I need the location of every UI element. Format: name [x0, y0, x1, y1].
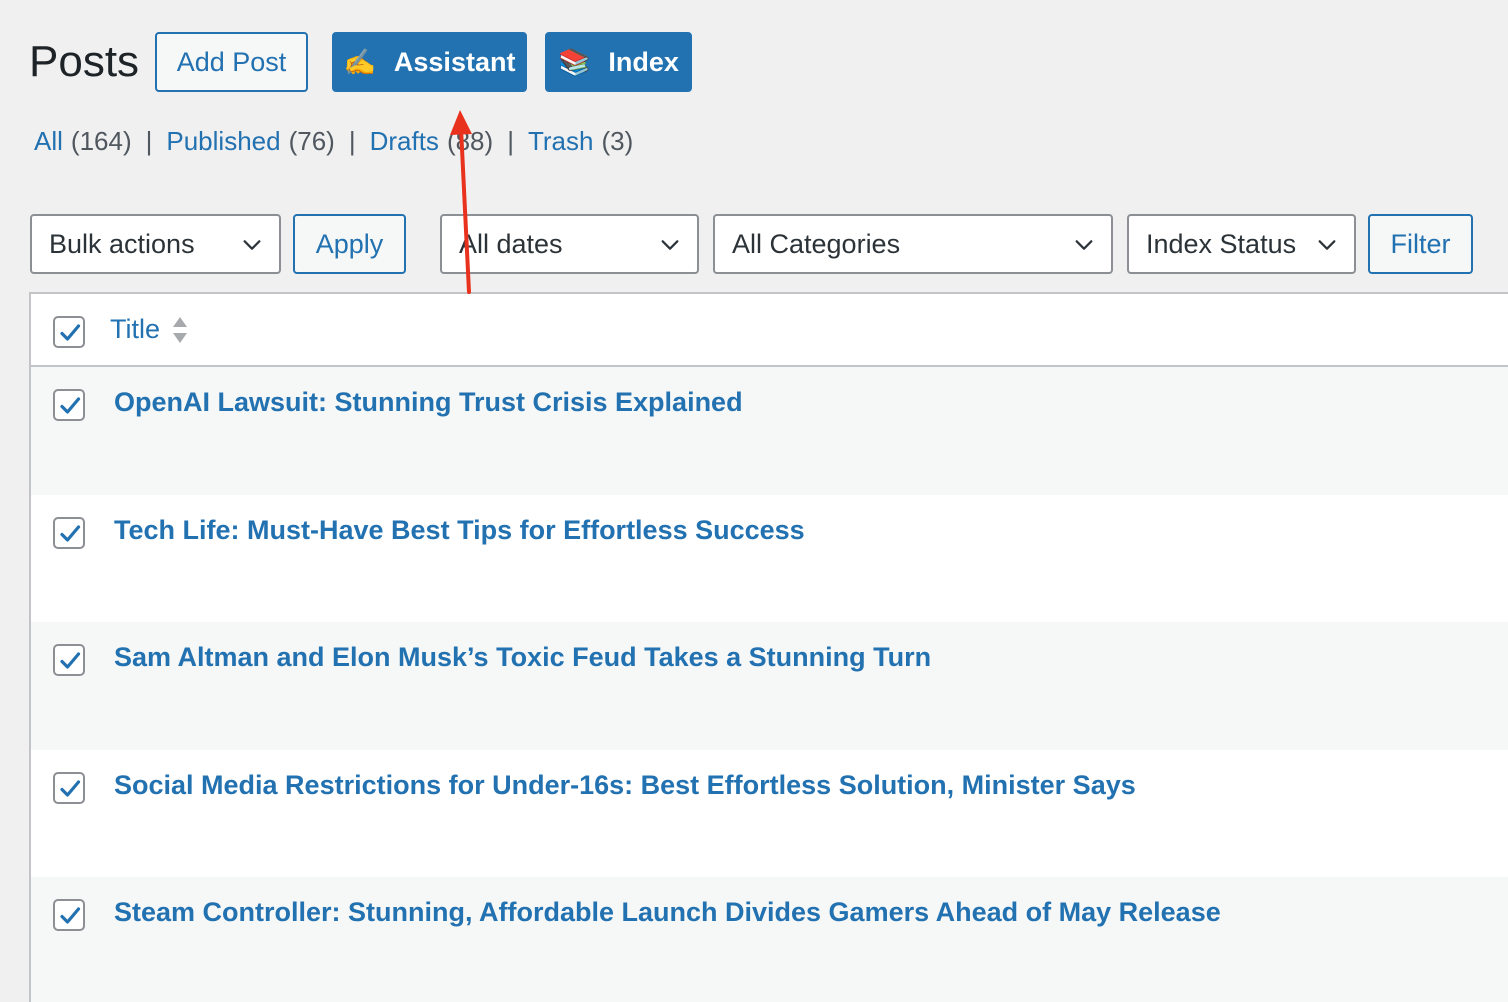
dates-select[interactable]: All dates [440, 214, 699, 274]
index-status-value: Index Status [1146, 228, 1297, 259]
post-title-link[interactable]: Tech Life: Must-Have Best Tips for Effor… [114, 515, 805, 546]
checkbox-checked-icon [60, 524, 81, 542]
post-title-link[interactable]: Social Media Restrictions for Under-16s:… [114, 770, 1136, 801]
categories-select[interactable]: All Categories [713, 214, 1113, 274]
chevron-down-icon [661, 240, 679, 250]
index-status-select[interactable]: Index Status [1127, 214, 1356, 274]
bulk-actions-value: Bulk actions [49, 228, 195, 259]
chevron-down-icon [1318, 240, 1336, 250]
table-row: Tech Life: Must-Have Best Tips for Effor… [31, 495, 1508, 623]
add-post-button[interactable]: Add Post [155, 32, 308, 92]
table-row: Sam Altman and Elon Musk’s Toxic Feud Ta… [31, 622, 1508, 750]
index-button[interactable]: 📚 Index [545, 32, 692, 92]
row-checkbox[interactable] [53, 771, 85, 804]
post-title-link[interactable]: Steam Controller: Stunning, Affordable L… [114, 897, 1221, 928]
checkbox-checked-icon [60, 324, 81, 341]
title-column-label: Title [110, 314, 161, 344]
checkbox-checked-icon [60, 779, 81, 797]
post-title-link[interactable]: Sam Altman and Elon Musk’s Toxic Feud Ta… [114, 642, 931, 673]
chevron-down-icon [1075, 240, 1093, 250]
filter-button[interactable]: Filter [1368, 214, 1473, 274]
filter-label: Filter [1390, 228, 1451, 259]
chevron-down-icon [243, 240, 261, 250]
post-status-views: All (164) | Published (76) | Drafts (88)… [34, 126, 633, 157]
dates-value: All dates [459, 228, 563, 259]
sort-icon [173, 316, 188, 343]
view-drafts-link[interactable]: Drafts [370, 126, 439, 157]
views-separator: | [348, 126, 356, 156]
assistant-label: Assistant [393, 46, 516, 77]
checkbox-checked-icon [60, 397, 81, 414]
bulk-actions-select[interactable]: Bulk actions [30, 214, 281, 274]
view-all-count: (164) [70, 126, 132, 156]
categories-value: All Categories [732, 228, 901, 259]
row-checkbox[interactable] [53, 899, 85, 931]
row-checkbox[interactable] [53, 389, 85, 421]
books-icon: 📚 [558, 46, 591, 77]
writing-hand-icon: ✍️ [343, 46, 376, 77]
view-drafts-count: (88) [446, 126, 494, 156]
row-checkbox[interactable] [53, 516, 85, 549]
views-separator: | [507, 126, 514, 156]
checkbox-checked-icon [60, 652, 81, 669]
view-published-count: (76) [288, 126, 335, 156]
table-row: OpenAI Lawsuit: Stunning Trust Crisis Ex… [31, 367, 1508, 495]
views-separator: | [145, 126, 153, 156]
view-published-link[interactable]: Published [166, 126, 280, 157]
view-trash-count: (3) [601, 126, 634, 156]
view-trash-link[interactable]: Trash [528, 126, 594, 157]
posts-table: Title OpenAI Lawsuit: Stunning Trust Cri… [29, 292, 1508, 1002]
add-post-label: Add Post [176, 46, 287, 77]
post-title-link[interactable]: OpenAI Lawsuit: Stunning Trust Crisis Ex… [114, 387, 743, 418]
checkbox-checked-icon [60, 907, 81, 924]
table-header: Title [31, 294, 1508, 367]
index-label: Index [608, 46, 679, 77]
view-all-link[interactable]: All [34, 126, 63, 157]
table-row: Steam Controller: Stunning, Affordable L… [31, 877, 1508, 1002]
apply-button[interactable]: Apply [293, 214, 406, 274]
select-all-checkbox[interactable] [53, 316, 85, 348]
table-row: Social Media Restrictions for Under-16s:… [31, 750, 1508, 878]
apply-label: Apply [315, 228, 384, 259]
title-column-header[interactable]: Title [110, 314, 188, 345]
assistant-button[interactable]: ✍️ Assistant [332, 32, 527, 92]
page-title: Posts [29, 37, 140, 86]
row-checkbox[interactable] [53, 644, 85, 676]
